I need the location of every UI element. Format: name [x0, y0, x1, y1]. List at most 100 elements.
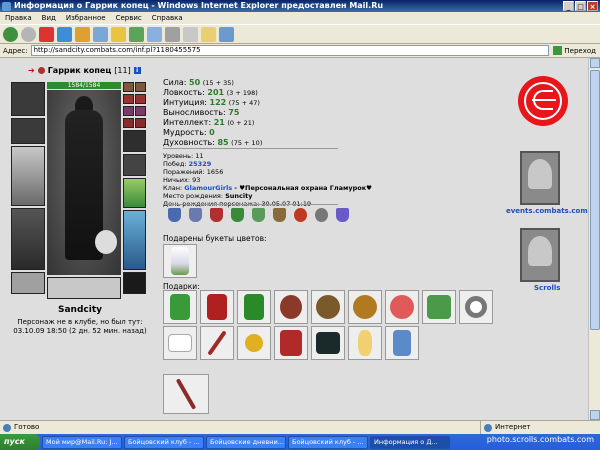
clan-link[interactable]: GlamourGirls	[184, 184, 232, 192]
weapon-slot[interactable]	[11, 146, 45, 206]
history-icon[interactable]	[129, 26, 144, 42]
maximize-button[interactable]: □	[575, 1, 586, 11]
badge-icon[interactable]	[231, 208, 244, 222]
stop-icon[interactable]	[39, 26, 54, 42]
taskbar-item[interactable]: Бойцовский клуб - ...	[124, 435, 204, 449]
badge-icon[interactable]	[189, 208, 202, 222]
gift-item[interactable]	[163, 374, 209, 414]
taskbar-item[interactable]: Информация о Д...	[370, 435, 450, 449]
scroll-down-icon[interactable]	[590, 410, 600, 420]
gift-item[interactable]	[311, 326, 345, 360]
menu-favorites[interactable]: Избранное	[61, 12, 111, 24]
badge-icon[interactable]	[210, 208, 223, 222]
gift-item[interactable]	[348, 326, 382, 360]
taskbar-item[interactable]: Бойцовский клуб - ...	[288, 435, 368, 449]
events-link[interactable]: events.combats.com	[506, 207, 588, 215]
zone-text: Интернет	[495, 423, 531, 431]
gift-item[interactable]	[311, 290, 345, 324]
gift-item[interactable]	[237, 326, 271, 360]
address-input[interactable]: http://sandcity.combats.com/inf.pl?11804…	[30, 45, 550, 56]
menu-view[interactable]: Вид	[37, 12, 61, 24]
gift-item[interactable]	[274, 326, 308, 360]
taskbar-item[interactable]: Мой мир@Mail.Ru: J...	[42, 435, 122, 449]
gift-item[interactable]	[385, 290, 419, 324]
badge-icon[interactable]	[294, 208, 307, 222]
close-button[interactable]: ×	[587, 1, 598, 11]
scroll-up-icon[interactable]	[590, 58, 600, 68]
favorites-icon[interactable]	[111, 26, 126, 42]
gift-item[interactable]	[163, 326, 197, 360]
page-content: ➔ Гаррик копец [11] i 1584/1584 Sandcity…	[0, 58, 588, 420]
archer-emblem[interactable]	[518, 76, 568, 126]
bracer-slot[interactable]	[11, 118, 45, 144]
gift-item[interactable]	[422, 290, 456, 324]
scrolls-link[interactable]: Scrolls	[534, 284, 560, 292]
earring-slot[interactable]	[135, 82, 146, 92]
badge-icon[interactable]	[315, 208, 328, 222]
forward-icon[interactable]	[21, 26, 36, 42]
ring-slot[interactable]	[123, 106, 134, 116]
minimize-button[interactable]: _	[563, 1, 574, 11]
messenger-icon[interactable]	[219, 26, 234, 42]
scroll-thumb[interactable]	[590, 70, 600, 330]
gift-item[interactable]	[348, 290, 382, 324]
ring-slot[interactable]	[123, 118, 134, 128]
gloves-slot[interactable]	[123, 130, 146, 152]
gift-item[interactable]	[200, 326, 234, 360]
home-icon[interactable]	[75, 26, 90, 42]
stat-row: Интуиция: 122 (75 + 47)	[163, 98, 260, 107]
scrolls-banner[interactable]	[520, 228, 560, 282]
refresh-icon[interactable]	[57, 26, 72, 42]
badge-icon[interactable]	[168, 208, 181, 222]
events-banner[interactable]	[520, 151, 560, 205]
ring-slot[interactable]	[135, 118, 146, 128]
menu-help[interactable]: Справка	[147, 12, 188, 24]
go-button[interactable]: Переход	[549, 46, 600, 55]
gift-item[interactable]	[200, 290, 234, 324]
back-icon[interactable]	[3, 26, 18, 42]
page-icon	[3, 424, 11, 432]
print-icon[interactable]	[165, 26, 180, 42]
bouquet-item[interactable]	[163, 244, 197, 278]
character-city: Sandcity	[58, 305, 102, 315]
pet-slot[interactable]	[47, 277, 121, 299]
taskbar-item[interactable]: Бойцовские дневни...	[206, 435, 286, 449]
gift-item[interactable]	[163, 290, 197, 324]
character-avatar	[47, 90, 121, 275]
badge-icon[interactable]	[273, 208, 286, 222]
gift-item[interactable]	[237, 290, 271, 324]
arrow-icon: ➔	[28, 66, 35, 75]
stat-row: Сила: 50 (15 + 35)	[163, 78, 234, 87]
vertical-scrollbar[interactable]	[588, 58, 600, 420]
cloak-slot[interactable]	[11, 208, 45, 270]
stat-row: Выносливость: 75	[163, 108, 240, 117]
stat-row: Мудрость: 0	[163, 128, 215, 137]
badge-icon[interactable]	[252, 208, 265, 222]
mail-icon[interactable]	[147, 26, 162, 42]
edit-icon[interactable]	[183, 26, 198, 42]
armor-slot[interactable]	[123, 154, 146, 176]
gift-item[interactable]	[459, 290, 493, 324]
gift-item[interactable]	[274, 290, 308, 324]
amulet-slot[interactable]	[123, 94, 134, 104]
ring-slot[interactable]	[135, 106, 146, 116]
offhand-slot[interactable]	[123, 178, 146, 208]
earring-slot[interactable]	[123, 82, 134, 92]
leggings-slot[interactable]	[123, 210, 146, 270]
watermark: photo.scrolls.combats.com	[486, 435, 594, 444]
toolbar	[0, 24, 600, 44]
menu-tools[interactable]: Сервис	[111, 12, 147, 24]
folder-icon[interactable]	[201, 26, 216, 42]
ie-icon	[2, 2, 11, 11]
search-icon[interactable]	[93, 26, 108, 42]
start-button[interactable]: пуск	[0, 434, 40, 450]
menu-edit[interactable]: Правка	[0, 12, 37, 24]
badge-icon[interactable]	[336, 208, 349, 222]
club-note: Персонаж не в клубе, но был тут: 03.10.0…	[13, 318, 147, 335]
info-icon[interactable]: i	[133, 67, 141, 74]
gift-item[interactable]	[385, 326, 419, 360]
helmet-slot[interactable]	[11, 82, 45, 116]
amulet-slot[interactable]	[135, 94, 146, 104]
belt-slot[interactable]	[11, 272, 45, 294]
boots-slot[interactable]	[123, 272, 146, 294]
